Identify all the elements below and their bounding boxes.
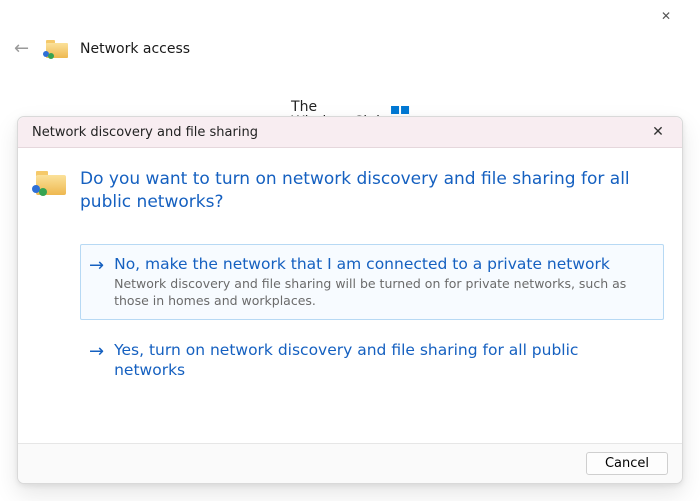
option-description: Network discovery and file sharing will … bbox=[114, 276, 653, 310]
network-folder-icon bbox=[36, 171, 66, 195]
dialog-body: Do you want to turn on network discovery… bbox=[18, 148, 682, 443]
network-access-window: ✕ ← Network access The WindowsClub Netwo… bbox=[0, 0, 700, 501]
option-title: Yes, turn on network discovery and file … bbox=[114, 340, 653, 380]
back-arrow-icon[interactable]: ← bbox=[14, 38, 34, 59]
window-close-icon[interactable]: ✕ bbox=[646, 9, 686, 23]
titlebar: ✕ bbox=[0, 0, 700, 32]
option-title: No, make the network that I am connected… bbox=[114, 254, 653, 274]
dialog-header: Network discovery and file sharing ✕ bbox=[18, 117, 682, 148]
option-list: → No, make the network that I am connect… bbox=[36, 244, 664, 390]
network-sharing-dialog: Network discovery and file sharing ✕ Do … bbox=[17, 116, 683, 484]
arrow-right-icon: → bbox=[89, 341, 104, 363]
arrow-right-icon: → bbox=[89, 255, 104, 277]
option-turn-on-public-sharing[interactable]: → Yes, turn on network discovery and fil… bbox=[80, 330, 664, 390]
header: ← Network access bbox=[0, 32, 700, 71]
network-folder-icon bbox=[46, 40, 68, 58]
dialog-close-icon[interactable]: ✕ bbox=[644, 124, 672, 140]
cancel-button[interactable]: Cancel bbox=[586, 452, 668, 475]
dialog-heading: Do you want to turn on network discovery… bbox=[80, 168, 664, 214]
page-title: Network access bbox=[80, 41, 190, 57]
option-make-private-network[interactable]: → No, make the network that I am connect… bbox=[80, 244, 664, 320]
dialog-footer: Cancel bbox=[18, 443, 682, 483]
dialog-title: Network discovery and file sharing bbox=[32, 125, 258, 140]
